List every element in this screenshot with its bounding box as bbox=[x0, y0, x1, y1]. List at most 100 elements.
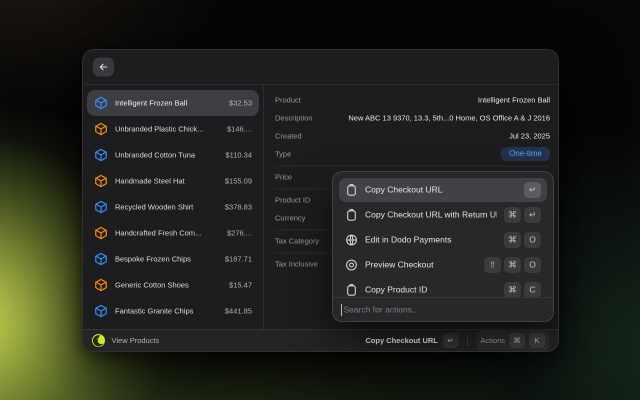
key-badge: ↵ bbox=[524, 207, 541, 223]
action-menu-item[interactable]: Copy Checkout URL with Return URL ⌘↵ bbox=[339, 203, 547, 227]
arrow-left-icon bbox=[98, 62, 109, 73]
product-name: Fantastic Granite Chips bbox=[115, 307, 218, 316]
action-label: Copy Checkout URL bbox=[365, 185, 517, 195]
product-price: $146.... bbox=[227, 125, 252, 134]
primary-action-button[interactable]: Copy Checkout URL bbox=[365, 336, 438, 345]
footer-divider bbox=[467, 335, 468, 347]
product-list-item[interactable]: Unbranded Plastic Chick... $146.... bbox=[87, 116, 259, 142]
key-badge: ⌘ bbox=[504, 282, 521, 297]
detail-label: Product bbox=[275, 96, 301, 105]
desktop-background: Intelligent Frozen Ball $32.53 Unbranded… bbox=[0, 0, 640, 400]
detail-row: Product Intelligent Frozen Ball bbox=[275, 91, 550, 109]
action-menu-item[interactable]: Preview Checkout ⇧⌘O bbox=[339, 253, 547, 277]
actions-menu: Copy Checkout URL ↵ Copy Checkout URL wi… bbox=[332, 171, 554, 322]
product-name: Unbranded Plastic Chick... bbox=[115, 125, 220, 134]
cube-icon bbox=[94, 174, 108, 188]
cube-icon bbox=[94, 304, 108, 318]
text-caret bbox=[341, 304, 342, 316]
actions-button-label: Actions bbox=[480, 336, 505, 345]
detail-label: Currency bbox=[275, 214, 305, 223]
screen: Intelligent Frozen Ball $32.53 Unbranded… bbox=[0, 0, 640, 400]
detail-row: Type One-time bbox=[275, 145, 550, 163]
product-price: $155.09 bbox=[225, 177, 252, 186]
key-badge: ↵ bbox=[442, 333, 458, 348]
shortcut-keys: ↵ bbox=[524, 182, 541, 198]
preview-icon bbox=[345, 259, 358, 272]
detail-label: Description bbox=[275, 114, 313, 123]
product-list-item[interactable]: Intelligent Frozen Ball $32.53 bbox=[87, 90, 259, 116]
detail-label: Tax Category bbox=[275, 237, 319, 246]
window-header bbox=[83, 50, 558, 84]
footer-source-label: View Products bbox=[112, 336, 160, 345]
back-button[interactable] bbox=[93, 58, 114, 77]
detail-value: New ABC 13 9370, 13.3, 5th...0 Home, OS … bbox=[348, 114, 550, 123]
product-list: Intelligent Frozen Ball $32.53 Unbranded… bbox=[83, 85, 264, 330]
actions-search-input[interactable] bbox=[344, 305, 546, 315]
detail-label: Product ID bbox=[275, 196, 310, 205]
product-name: Handmade Steel Hat bbox=[115, 177, 218, 186]
detail-label: Type bbox=[275, 150, 291, 159]
action-menu-item[interactable]: Copy Checkout URL ↵ bbox=[339, 178, 547, 202]
product-list-item[interactable]: Generic Cotton Shoes $15.47 bbox=[87, 272, 259, 298]
product-name: Handcrafted Fresh Com... bbox=[115, 229, 220, 238]
footer-source: View Products bbox=[92, 334, 159, 347]
clipboard-icon bbox=[345, 209, 358, 222]
shortcut-keys: ⌘↵ bbox=[504, 207, 541, 223]
product-list-item[interactable]: Unbranded Cotton Tuna $110.34 bbox=[87, 142, 259, 168]
product-price: $378.83 bbox=[225, 203, 252, 212]
product-price: $15.47 bbox=[229, 281, 252, 290]
action-label: Copy Checkout URL with Return URL bbox=[365, 210, 497, 220]
cube-icon bbox=[94, 96, 108, 110]
action-menu-item[interactable]: Copy Product ID ⌘C bbox=[339, 278, 547, 297]
product-list-item[interactable]: Recycled Wooden Shirt $378.83 bbox=[87, 194, 259, 220]
detail-value: Intelligent Frozen Ball bbox=[478, 96, 550, 105]
key-badge: ⌘ bbox=[509, 333, 525, 348]
key-badge: ⇧ bbox=[484, 257, 501, 273]
dodo-logo-icon bbox=[92, 334, 105, 347]
key-badge: ⌘ bbox=[504, 232, 521, 248]
window-footer: View Products Copy Checkout URL ↵ Action… bbox=[83, 329, 558, 351]
clipboard-icon bbox=[345, 284, 358, 297]
detail-row: Created Jul 23, 2025 bbox=[275, 127, 550, 145]
cube-icon bbox=[94, 148, 108, 162]
cube-icon bbox=[94, 122, 108, 136]
actions-search-bar bbox=[333, 297, 553, 322]
cube-icon bbox=[94, 252, 108, 266]
key-badge: O bbox=[524, 232, 541, 248]
key-badge: O bbox=[524, 257, 541, 273]
key-badge: K bbox=[529, 333, 545, 348]
key-badge: ⌘ bbox=[504, 207, 521, 223]
product-name: Recycled Wooden Shirt bbox=[115, 203, 218, 212]
action-label: Preview Checkout bbox=[365, 260, 477, 270]
command-palette-window: Intelligent Frozen Ball $32.53 Unbranded… bbox=[82, 49, 559, 352]
detail-row: Description New ABC 13 9370, 13.3, 5th..… bbox=[275, 109, 550, 127]
product-list-item[interactable]: Handcrafted Fresh Com... $276.... bbox=[87, 220, 259, 246]
product-list-item[interactable]: Fantastic Granite Chips $441.85 bbox=[87, 298, 259, 324]
globe-icon bbox=[345, 234, 358, 247]
cube-icon bbox=[94, 278, 108, 292]
footer-actions: Copy Checkout URL ↵ Actions ⌘ K bbox=[365, 331, 549, 351]
detail-value: Jul 23, 2025 bbox=[509, 132, 550, 141]
actions-button[interactable]: Actions ⌘ K bbox=[476, 331, 549, 351]
product-name: Intelligent Frozen Ball bbox=[115, 99, 222, 108]
shortcut-keys: ⌘C bbox=[504, 282, 541, 297]
product-list-item[interactable]: Handmade Steel Hat $155.09 bbox=[87, 168, 259, 194]
key-badge: C bbox=[524, 282, 541, 297]
product-price: $110.34 bbox=[225, 151, 252, 160]
product-price: $441.85 bbox=[225, 307, 252, 316]
actions-menu-list: Copy Checkout URL ↵ Copy Checkout URL wi… bbox=[339, 178, 547, 297]
detail-value: One-time bbox=[501, 147, 550, 161]
action-label: Edit in Dodo Payments bbox=[365, 235, 497, 245]
product-name: Generic Cotton Shoes bbox=[115, 281, 222, 290]
action-label: Copy Product ID bbox=[365, 285, 497, 295]
shortcut-keys: ⌘O bbox=[504, 232, 541, 248]
detail-label: Tax Inclusive bbox=[275, 260, 318, 269]
key-badge: ⌘ bbox=[504, 257, 521, 273]
key-badge: ↵ bbox=[524, 182, 541, 198]
product-list-item[interactable]: Bespoke Frozen Chips $187.71 bbox=[87, 246, 259, 272]
detail-label: Created bbox=[275, 132, 302, 141]
product-name: Unbranded Cotton Tuna bbox=[115, 151, 218, 160]
clipboard-icon bbox=[345, 184, 358, 197]
cube-icon bbox=[94, 200, 108, 214]
action-menu-item[interactable]: Edit in Dodo Payments ⌘O bbox=[339, 228, 547, 252]
